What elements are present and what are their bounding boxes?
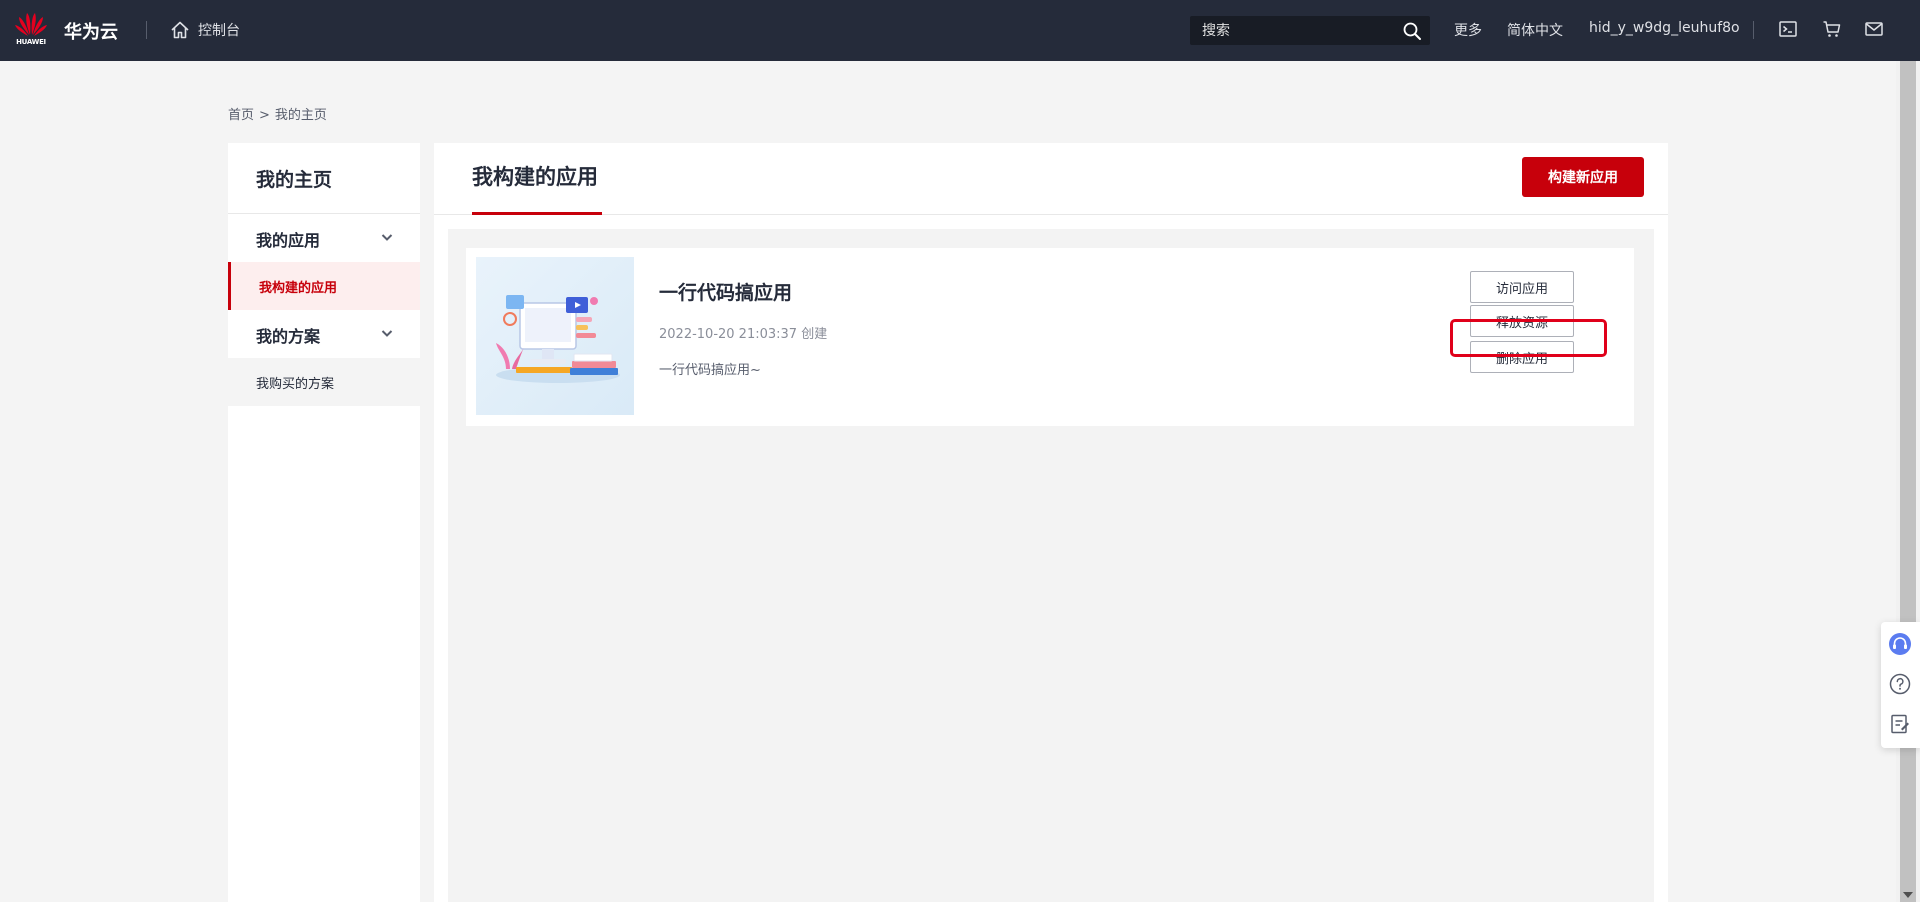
more-menu[interactable]: 更多 [1454, 20, 1482, 40]
page-scrollbar[interactable] [1896, 61, 1920, 902]
huawei-logo-icon [15, 13, 47, 36]
chevron-down-icon [381, 330, 393, 337]
header-divider [146, 21, 147, 39]
user-account-menu[interactable]: hid_y_w9dg_leuhuf8o [1589, 20, 1740, 36]
mail-icon[interactable] [1864, 19, 1884, 39]
visit-app-button[interactable]: 访问应用 [1470, 271, 1574, 303]
sidebar-group-label: 我的应用 [256, 231, 321, 250]
build-new-app-button[interactable]: 构建新应用 [1522, 157, 1644, 197]
delete-app-button[interactable]: 删除应用 [1470, 341, 1574, 373]
sidebar-group-label: 我的方案 [256, 327, 321, 346]
sidebar-title: 我的主页 [256, 169, 333, 191]
app-description: 一行代码搞应用~ [659, 363, 761, 378]
app-thumbnail [476, 257, 634, 415]
scrollbar-thumb[interactable] [1900, 61, 1916, 902]
headset-icon[interactable] [1888, 632, 1912, 656]
brand-name[interactable]: 华为云 [64, 18, 118, 44]
app-created-time: 2022-10-20 21:03:37 创建 [659, 327, 828, 342]
app-illustration-image [496, 295, 620, 383]
top-navigation-bar: HUAWEI 华为云 控制台 更多 简体中文 hid_y_w9dg_leuhuf… [0, 0, 1920, 61]
breadcrumb: 首页 > 我的主页 [228, 104, 327, 123]
help-icon[interactable] [1888, 672, 1912, 696]
header-divider [1753, 21, 1754, 39]
console-label: 控制台 [198, 23, 240, 39]
terminal-icon[interactable] [1778, 19, 1798, 39]
sidebar-group-my-solutions[interactable]: 我的方案 [228, 310, 420, 358]
title-divider [434, 214, 1668, 215]
breadcrumb-current: 我的主页 [274, 108, 327, 123]
page-title[interactable]: 我构建的应用 [472, 161, 598, 191]
app-card: 一行代码搞应用 2022-10-20 21:03:37 创建 一行代码搞应用~ … [466, 248, 1634, 426]
sidebar-item-label: 我购买的方案 [256, 377, 335, 392]
sidebar-item-label: 我构建的应用 [259, 281, 338, 296]
search-input[interactable] [1190, 16, 1390, 45]
logo-wordmark: HUAWEI [16, 38, 46, 46]
huawei-logo[interactable]: HUAWEI [13, 11, 49, 49]
release-resources-button[interactable]: 释放资源 [1470, 305, 1574, 337]
app-name[interactable]: 一行代码搞应用 [659, 278, 792, 305]
sidebar-item-purchased-solutions[interactable]: 我购买的方案 [228, 358, 420, 406]
sidebar-group-my-apps[interactable]: 我的应用 [228, 214, 420, 262]
active-tab-indicator [472, 212, 602, 215]
floating-toolbar [1881, 622, 1920, 748]
breadcrumb-separator: > [259, 108, 270, 123]
feedback-icon[interactable] [1888, 712, 1912, 736]
sidebar: 我的主页 我的应用 我构建的应用 我的方案 我购买的方案 [228, 143, 420, 902]
search-icon[interactable] [1402, 21, 1422, 41]
app-list: 一行代码搞应用 2022-10-20 21:03:37 创建 一行代码搞应用~ … [448, 229, 1654, 902]
chevron-down-icon [381, 234, 393, 241]
console-link[interactable]: 控制台 [170, 18, 240, 42]
home-icon [171, 21, 189, 39]
breadcrumb-home[interactable]: 首页 [228, 108, 254, 123]
header-search [1190, 16, 1430, 45]
language-selector[interactable]: 简体中文 [1507, 20, 1563, 40]
main-panel: 我构建的应用 构建新应用 一行代码搞应用 2022-10-20 21:03:37… [434, 143, 1668, 902]
sidebar-item-built-apps[interactable]: 我构建的应用 [228, 262, 420, 310]
cart-icon[interactable] [1822, 19, 1842, 39]
scroll-down-arrow-icon[interactable] [1902, 890, 1914, 900]
